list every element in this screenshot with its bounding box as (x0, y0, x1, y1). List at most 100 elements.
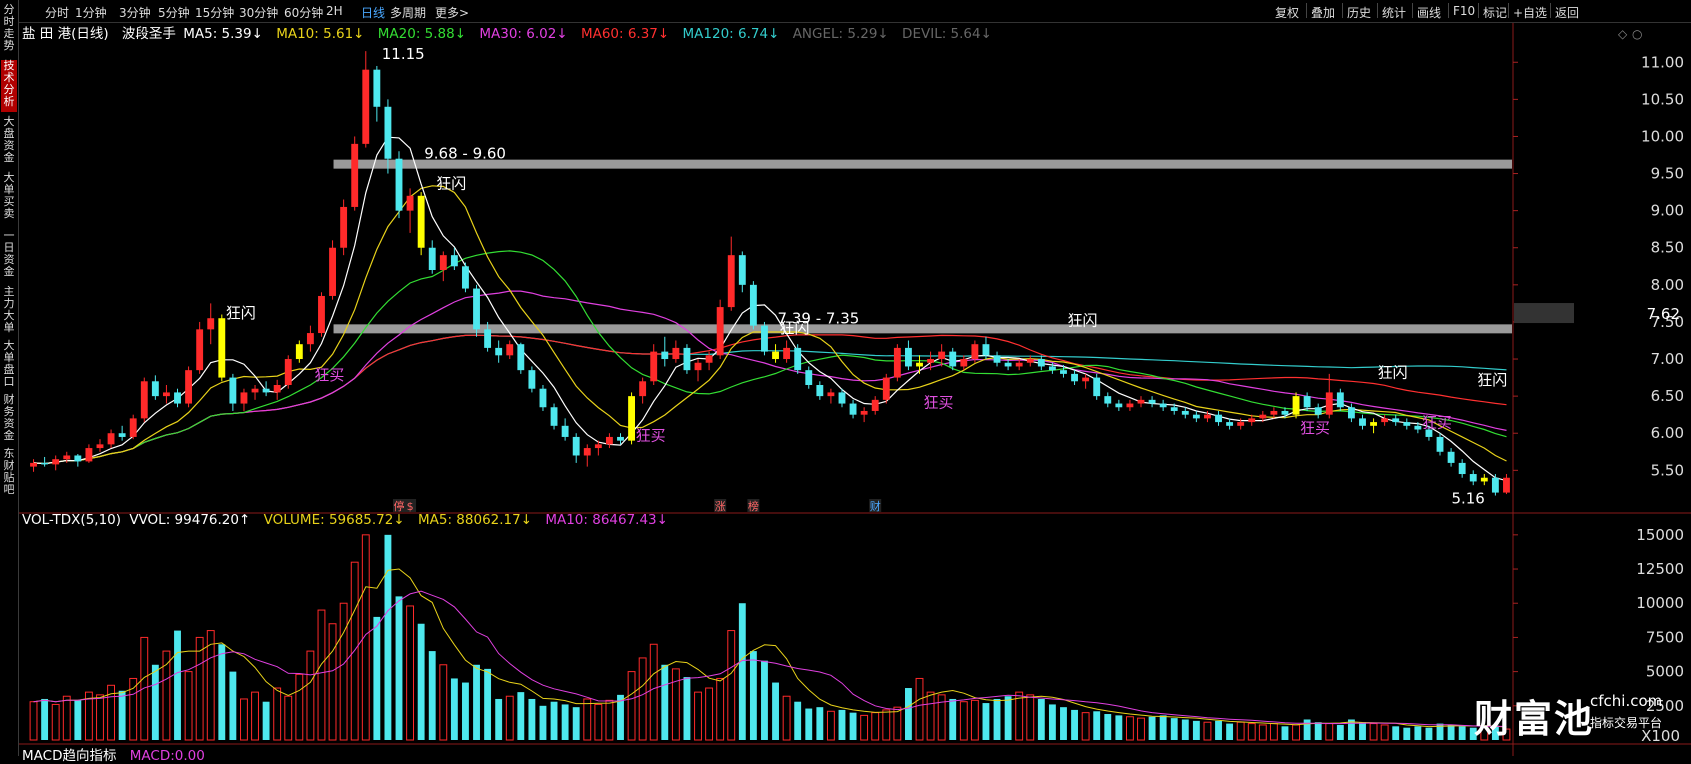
candle-body (1314, 407, 1322, 415)
candle-body (849, 403, 857, 415)
candle (1458, 459, 1466, 478)
event-marker: $ (407, 500, 414, 513)
signal-label: 狂闪 (1067, 312, 1097, 330)
candle-body (1248, 418, 1256, 423)
candle-body (882, 377, 890, 400)
candle-body (218, 318, 226, 378)
y-tick-label: 10.50 (1641, 90, 1684, 108)
volume-bar (240, 698, 248, 741)
candle-body (893, 347, 901, 378)
candle (41, 456, 49, 467)
volume-bar (1192, 720, 1200, 740)
signal-label: 狂闪 (1378, 364, 1408, 382)
candle (1447, 448, 1455, 467)
candle-body (1115, 403, 1123, 408)
candle-body (1159, 403, 1167, 408)
candle-body (982, 344, 990, 356)
event-marker: 榜 (748, 499, 759, 513)
volume-bar (1115, 715, 1123, 740)
candle (118, 425, 126, 441)
candle (1292, 392, 1300, 419)
candle (439, 251, 447, 282)
candle (1071, 370, 1078, 385)
signal-label: 狂买 (636, 427, 666, 445)
candle (1392, 414, 1400, 426)
candle (661, 336, 669, 367)
candle (904, 340, 912, 371)
volume-bar (74, 700, 82, 740)
candle (550, 403, 558, 430)
candle (240, 388, 248, 411)
candle-body (960, 359, 968, 367)
candle-body (1381, 418, 1389, 423)
candle (395, 151, 403, 219)
price-tag (1514, 303, 1574, 324)
volume-bar (561, 704, 569, 740)
volume-bar (1170, 718, 1178, 740)
candle-body (605, 436, 613, 445)
candle (295, 340, 303, 363)
volume-bar (816, 707, 824, 740)
volume-bar (904, 688, 912, 740)
candle (539, 385, 547, 411)
candle-body (916, 362, 923, 367)
candle-body (738, 255, 746, 285)
candle (650, 344, 658, 385)
candle-body (1259, 414, 1267, 419)
candle (417, 192, 425, 256)
candle-body (816, 385, 824, 397)
candle-body (1458, 462, 1466, 475)
vol-ma10-line (33, 590, 1507, 727)
candle (561, 418, 569, 441)
candle (151, 375, 159, 400)
candle (1359, 414, 1366, 430)
candle (52, 455, 60, 471)
candle-body (41, 462, 49, 465)
vol-tick-label: 12500 (1636, 560, 1684, 578)
vol-tick-label: 5000 (1646, 663, 1684, 681)
candle (318, 292, 325, 337)
volume-bar (1148, 716, 1156, 740)
candle-body (450, 255, 458, 267)
candle (262, 381, 270, 397)
candle (1491, 474, 1499, 496)
volume-bar (716, 677, 725, 741)
candle-body (749, 284, 757, 326)
candle-body (129, 418, 137, 437)
candle-body (373, 69, 381, 107)
candle-body (550, 407, 558, 426)
volume-bar (140, 636, 149, 741)
volume-bar (882, 709, 891, 741)
y-tick-label: 6.00 (1651, 424, 1684, 442)
vol-tick-label: 15000 (1636, 526, 1684, 544)
volume-bar (970, 699, 979, 741)
candle-body (1093, 377, 1101, 397)
event-marker: 涨 (715, 500, 726, 513)
candle-body (561, 425, 569, 437)
vol-ma5-line (33, 568, 1507, 728)
volume-bar (738, 603, 746, 740)
candle (827, 388, 835, 404)
candle-body (1037, 359, 1045, 367)
candle (761, 321, 768, 356)
candle-body (694, 362, 702, 371)
candle-body (683, 347, 691, 371)
candle (1480, 474, 1488, 486)
volume-bar (517, 692, 525, 740)
candle-body (727, 255, 735, 308)
candle-body (1303, 396, 1311, 408)
candle-body (517, 344, 525, 371)
y-tick-label: 5.50 (1651, 461, 1684, 479)
candle-body (794, 347, 802, 371)
candle (1159, 399, 1167, 411)
candle-body (306, 333, 314, 345)
volume-bar (1104, 714, 1112, 740)
candle (1126, 399, 1134, 411)
candle-body (1436, 436, 1444, 452)
extreme-label: 5.16 (1451, 490, 1484, 508)
candle (1137, 396, 1145, 408)
kline-chart[interactable]: 5.506.006.507.007.508.008.509.009.5010.0… (0, 0, 1691, 756)
candle (683, 344, 691, 374)
candle-body (1480, 477, 1488, 482)
candle-body (1359, 418, 1366, 426)
